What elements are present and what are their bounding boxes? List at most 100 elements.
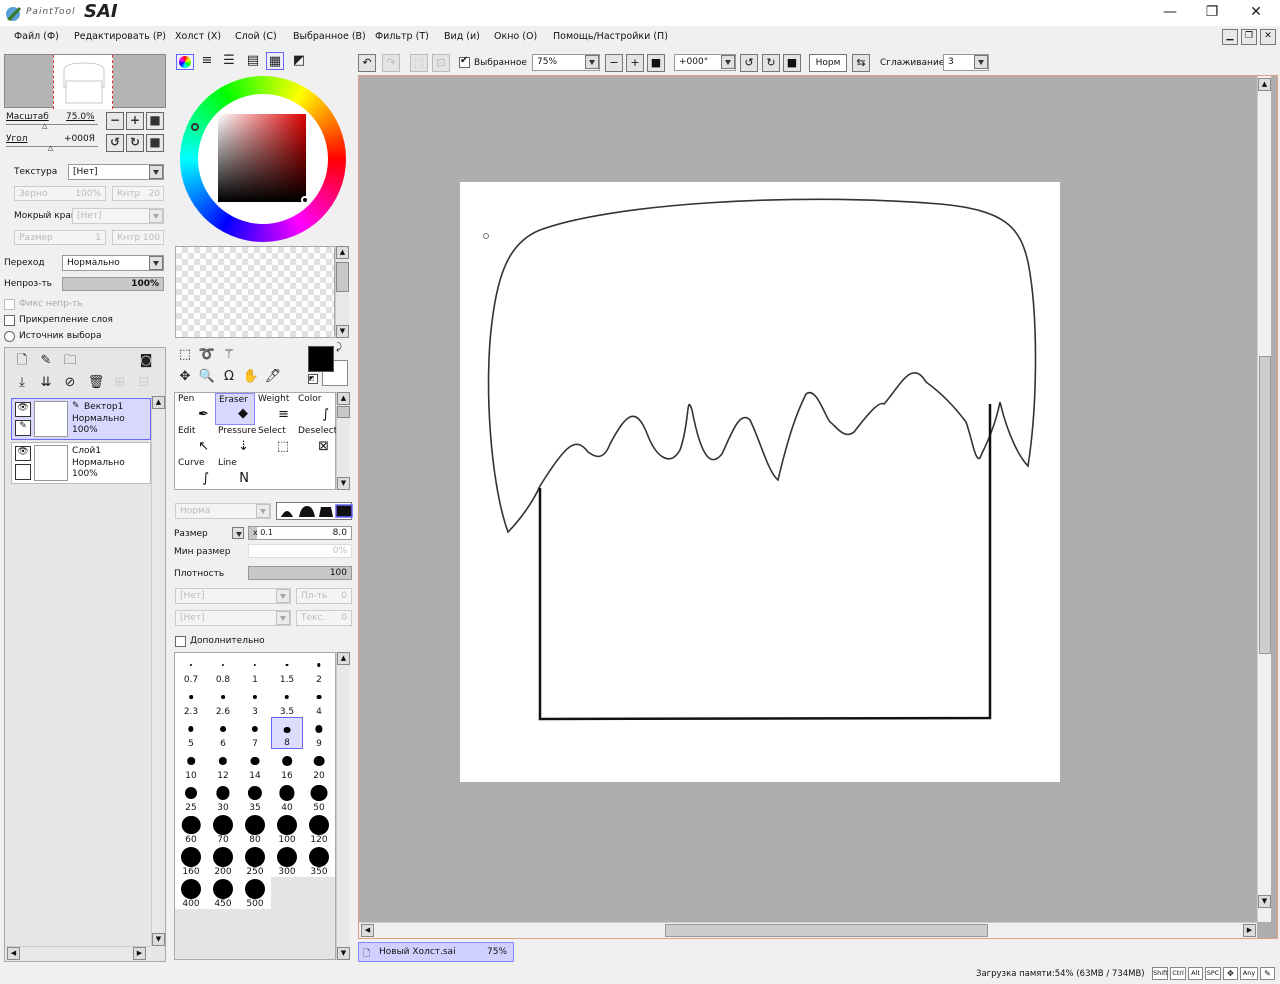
drawing-canvas[interactable] bbox=[460, 182, 1060, 782]
menu-canvas[interactable]: Холст (Х) bbox=[175, 31, 221, 42]
toolbar-zoom-in-button[interactable]: + bbox=[626, 54, 644, 72]
tool-line[interactable]: Line N bbox=[215, 457, 255, 489]
density-slider[interactable]: 100 bbox=[248, 566, 352, 580]
brush-size-cell[interactable]: 7 bbox=[239, 717, 271, 749]
tool-grid-scrollbar[interactable]: ▲ ▼ bbox=[336, 392, 350, 490]
swap-colors-icon[interactable]: ⤸ bbox=[336, 342, 342, 353]
new-folder-icon[interactable]: 🗀 bbox=[61, 352, 79, 370]
brush-size-cell[interactable]: 80 bbox=[239, 813, 271, 845]
zoom-reset-button[interactable]: ■ bbox=[146, 112, 164, 130]
clipping-checkbox[interactable] bbox=[4, 315, 15, 326]
flip-horizontal-button[interactable]: ⇆ bbox=[852, 54, 870, 72]
layer-list-scrollbar[interactable]: ▲ ▼ bbox=[151, 396, 165, 946]
brush-size-cell[interactable]: 70 bbox=[207, 813, 239, 845]
transparent-color-icon[interactable]: ◩ bbox=[308, 374, 318, 384]
scroll-up-arrow[interactable]: ▲ bbox=[336, 246, 349, 259]
brush-size-cell[interactable]: 450 bbox=[207, 877, 239, 909]
brush-size-cell[interactable]: 200 bbox=[207, 845, 239, 877]
scroll-down-arrow[interactable]: ▼ bbox=[336, 325, 349, 338]
brush-size-cell[interactable]: 8 bbox=[271, 717, 303, 749]
zoom-in-button[interactable]: + bbox=[126, 112, 144, 130]
brush-size-cell[interactable]: 35 bbox=[239, 781, 271, 813]
toolbar-zoom-out-button[interactable]: − bbox=[605, 54, 623, 72]
canvas-vertical-scrollbar[interactable]: ▲ ▼ bbox=[1257, 76, 1271, 922]
brush-size-cell[interactable]: 2.3 bbox=[175, 685, 207, 717]
brush-size-cell[interactable]: 4 bbox=[303, 685, 335, 717]
tool-weight[interactable]: Weight ≡ bbox=[255, 393, 295, 425]
tool-color[interactable]: Color ∫ bbox=[295, 393, 335, 425]
color-handle[interactable] bbox=[301, 196, 309, 204]
scroll-down-arrow[interactable]: ▼ bbox=[152, 933, 165, 946]
size-mult-dropdown-arrow[interactable] bbox=[232, 527, 244, 539]
brush-size-cell[interactable]: 3.5 bbox=[271, 685, 303, 717]
menu-selection[interactable]: Выбранное (В) bbox=[293, 31, 366, 42]
saturation-value-square[interactable] bbox=[218, 114, 306, 202]
min-size-slider[interactable]: 0% bbox=[248, 544, 352, 558]
primary-color-swatch[interactable] bbox=[308, 346, 334, 372]
texture-dropdown-arrow[interactable] bbox=[149, 165, 163, 179]
brush-size-cell[interactable]: 120 bbox=[303, 813, 335, 845]
brush-size-cell[interactable]: 2 bbox=[303, 653, 335, 685]
brush-size-cell[interactable]: 500 bbox=[239, 877, 271, 909]
brush-size-cell[interactable]: 160 bbox=[175, 845, 207, 877]
brush-shape-selector[interactable] bbox=[276, 502, 353, 520]
brush-size-cell[interactable]: 10 bbox=[175, 749, 207, 781]
angle-value[interactable]: +000Я bbox=[64, 134, 95, 144]
advanced-checkbox[interactable] bbox=[175, 636, 186, 647]
brush-size-cell[interactable]: 20 bbox=[303, 749, 335, 781]
toolbar-rotate-left-button[interactable]: ↺ bbox=[740, 54, 758, 72]
brush-size-cell[interactable]: 0.7 bbox=[175, 653, 207, 685]
opacity-slider[interactable]: 100% bbox=[62, 277, 164, 291]
lasso-icon[interactable]: ➰ bbox=[198, 346, 216, 364]
brush-size-cell[interactable]: 50 bbox=[303, 781, 335, 813]
brush-size-cell[interactable]: 14 bbox=[239, 749, 271, 781]
menu-window[interactable]: Окно (О) bbox=[494, 31, 537, 42]
merge-down-icon[interactable]: ⇊ bbox=[37, 374, 55, 392]
scroll-left-arrow[interactable]: ◀ bbox=[361, 924, 374, 937]
rotate-right-button[interactable]: ↻ bbox=[126, 134, 144, 152]
toolbar-zoom-reset-button[interactable]: ■ bbox=[647, 54, 665, 72]
magic-wand-icon[interactable]: ⚚ bbox=[220, 346, 238, 364]
brush-size-cell[interactable]: 30 bbox=[207, 781, 239, 813]
normal-view-button[interactable]: Норм bbox=[809, 54, 847, 72]
brush-size-cell[interactable]: 250 bbox=[239, 845, 271, 877]
brush-size-cell[interactable]: 12 bbox=[207, 749, 239, 781]
smoothing-dropdown-arrow[interactable] bbox=[974, 55, 988, 69]
clear-layer-icon[interactable]: ⊘ bbox=[61, 374, 79, 392]
brush-size-cell[interactable]: 40 bbox=[271, 781, 303, 813]
canvas-viewport[interactable]: ▲ ▼ ◀ ▶ bbox=[358, 75, 1278, 939]
color-wheel-tab[interactable] bbox=[176, 54, 194, 70]
brush-size-cell[interactable]: 6 bbox=[207, 717, 239, 749]
new-layer-icon[interactable]: 🗋 bbox=[13, 352, 31, 370]
brush-size-cell[interactable]: 3 bbox=[239, 685, 271, 717]
layer-row-vector1[interactable]: 👁 ✎ ✎ Вектор1 Нормально 100% bbox=[11, 398, 151, 440]
tool-curve[interactable]: Curve ∫ bbox=[175, 457, 215, 489]
scroll-right-arrow[interactable]: ▶ bbox=[1243, 924, 1256, 937]
layer-row-layer1[interactable]: 👁 Слой1 Нормально 100% bbox=[11, 442, 151, 484]
tool-pen[interactable]: Pen ✒ bbox=[175, 393, 215, 425]
new-vector-layer-icon[interactable]: ✎ bbox=[37, 352, 55, 370]
zoom-icon[interactable]: 🔍 bbox=[198, 368, 216, 386]
scale-value[interactable]: 75.0% bbox=[66, 112, 95, 122]
mdi-close-button[interactable]: ✕ bbox=[1260, 29, 1276, 45]
canvas-horizontal-scrollbar[interactable]: ◀ ▶ bbox=[359, 922, 1257, 938]
pen-icon[interactable]: ✎ bbox=[15, 420, 31, 436]
layer-lock-box[interactable] bbox=[15, 464, 31, 480]
minimize-button[interactable]: — bbox=[1148, 0, 1192, 26]
brush-size-cell[interactable]: 5 bbox=[175, 717, 207, 749]
rgb-slider-tab-icon[interactable]: ≡ bbox=[198, 52, 216, 70]
menu-edit[interactable]: Редактировать (Р) bbox=[74, 31, 166, 42]
swatch-tab-icon[interactable]: ▤ bbox=[244, 52, 262, 70]
scroll-left-arrow[interactable]: ◀ bbox=[7, 947, 20, 960]
hsv-slider-tab-icon[interactable]: ☰ bbox=[220, 52, 238, 70]
hue-handle[interactable] bbox=[191, 123, 199, 131]
navigator-preview[interactable] bbox=[4, 54, 166, 109]
scratchpad-area[interactable] bbox=[175, 246, 335, 338]
scale-slider[interactable] bbox=[6, 124, 98, 125]
brush-size-cell[interactable]: 60 bbox=[175, 813, 207, 845]
angle-slider-handle[interactable]: △ bbox=[48, 144, 53, 152]
scroll-down-arrow[interactable]: ▼ bbox=[337, 947, 350, 960]
scroll-down-arrow[interactable]: ▼ bbox=[1258, 895, 1271, 908]
brush-size-scrollbar[interactable]: ▲ ▼ bbox=[336, 652, 350, 960]
brush-size-slider[interactable]: x 0.1 8.0 bbox=[248, 526, 352, 540]
